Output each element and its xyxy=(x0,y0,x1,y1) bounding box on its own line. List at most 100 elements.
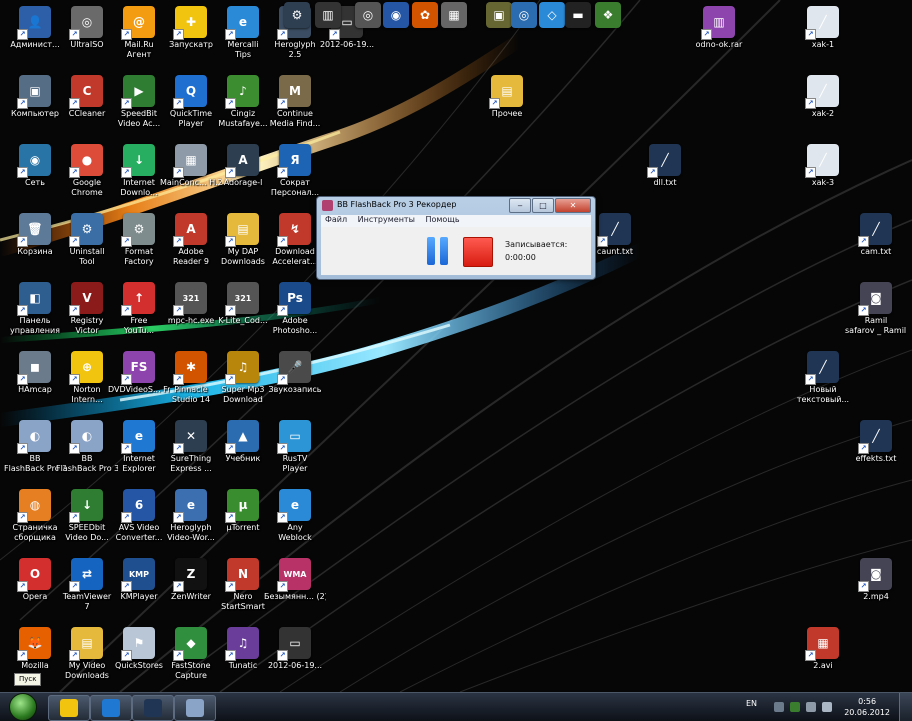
continue-icon: M ↗ xyxy=(277,75,311,109)
shortcut-arrow-icon: ↗ xyxy=(121,650,132,661)
downloadacc-icon: ↯ ↗ xyxy=(277,213,311,247)
menu-tools[interactable]: Инструменты xyxy=(358,215,415,224)
chrome-icon: ● ↗ xyxy=(69,144,103,178)
icon-label: xak-3 xyxy=(811,178,835,187)
desktop-icon-zvukozapis[interactable]: 🎤 ↗ Звукозапись xyxy=(264,347,326,413)
desktop-icon-photoshop[interactable]: Ps ↗ Adobe Photosho... xyxy=(264,278,326,344)
desktop-icon-avi[interactable]: ▦ ↗ 2.avi xyxy=(792,623,854,689)
mainconc-icon: ▦ ↗ xyxy=(173,144,207,178)
icon-label: Безымянн... (2).wma xyxy=(264,592,326,601)
nero-icon: N ↗ xyxy=(225,558,259,592)
adobereader-icon: A ↗ xyxy=(173,213,207,247)
icon-label: xak-2 xyxy=(811,109,835,118)
icon-label: Adobe Photosho... xyxy=(272,316,318,335)
desktop-icon-ts11[interactable]: ❖ xyxy=(577,0,639,32)
desktop-icon-date2[interactable]: ▭ ↗ 2012-06-19... xyxy=(264,623,326,689)
photoshop-icon: Ps ↗ xyxy=(277,282,311,316)
shortcut-arrow-icon: ↗ xyxy=(17,374,28,385)
odno-icon: ▥ ↗ xyxy=(701,6,735,40)
caunt-icon: ╱ ↗ xyxy=(597,213,631,247)
menu-help[interactable]: Помощь xyxy=(425,215,459,224)
cam-icon: ╱ ↗ xyxy=(858,213,892,247)
recorder-title: BB FlashBack Pro 3 Рекордер xyxy=(337,200,457,209)
date2-icon: ▭ ↗ xyxy=(277,627,311,661)
kmplayer-icon: KMP ↗ xyxy=(121,558,155,592)
shortcut-arrow-icon: ↗ xyxy=(858,581,869,592)
pause-button[interactable] xyxy=(423,237,451,265)
show-desktop-button[interactable] xyxy=(899,693,912,721)
panel-icon: ◧ ↗ xyxy=(17,282,51,316)
shortcut-arrow-icon: ↗ xyxy=(121,29,132,40)
icon-label: 2012-06-19... xyxy=(319,40,375,49)
bb-tb-icon xyxy=(186,699,204,717)
bezymyan-icon: WMA ↗ xyxy=(277,558,311,592)
shortcut-arrow-icon: ↗ xyxy=(277,98,288,109)
flag-icon[interactable] xyxy=(806,702,816,712)
shortcut-arrow-icon: ↗ xyxy=(277,305,288,316)
desktop-icon-odno[interactable]: ▥ ↗ odno-ok.rar xyxy=(688,2,750,68)
rustv-icon: ▭ ↗ xyxy=(277,420,311,454)
taskbar-button-app-tb[interactable] xyxy=(132,695,174,721)
desktop-icon-proche[interactable]: ▤ ↗ Прочее xyxy=(476,71,538,137)
clock-date: 20.06.2012 xyxy=(844,708,890,717)
taskbar-button-ie-tb[interactable] xyxy=(90,695,132,721)
maximize-button[interactable]: □ xyxy=(532,198,554,213)
minimize-button[interactable]: ‒ xyxy=(509,198,531,213)
anyweblock-icon: e ↗ xyxy=(277,489,311,523)
menu-file[interactable]: Файл xyxy=(325,215,347,224)
internetdl-icon: ↓ ↗ xyxy=(121,144,155,178)
freeyoutube-icon: ↑ ↗ xyxy=(121,282,155,316)
mp4-icon: ◙ ↗ xyxy=(858,558,892,592)
icon-label: Звукозапись xyxy=(268,385,322,394)
mailru-icon: @ ↗ xyxy=(121,6,155,40)
tray-app-icon[interactable] xyxy=(774,702,784,712)
network-icon[interactable] xyxy=(790,702,800,712)
desktop-icon-continue[interactable]: M ↗ Continue Media Find... xyxy=(264,71,326,137)
registry-icon: V ↗ xyxy=(69,282,103,316)
shortcut-arrow-icon: ↗ xyxy=(173,650,184,661)
hamcap-icon: ◼ ↗ xyxy=(17,351,51,385)
language-indicator[interactable]: EN xyxy=(746,699,757,708)
volume-icon[interactable] xyxy=(822,702,832,712)
supermp3-icon: ♫ ↗ xyxy=(225,351,259,385)
taskbar-button-norton-tb[interactable] xyxy=(48,695,90,721)
desktop-icon-cam[interactable]: ╱ ↗ cam.txt xyxy=(845,209,907,275)
close-button[interactable]: ✕ xyxy=(555,198,591,213)
shortcut-arrow-icon: ↗ xyxy=(805,650,816,661)
desktop-icon-anyweblock[interactable]: e ↗ Any Weblock xyxy=(264,485,326,551)
shortcut-arrow-icon: ↗ xyxy=(858,305,869,316)
desktop-icon-xak3[interactable]: ╱ ↗ xak-3 xyxy=(792,140,854,206)
window-controls: ‒ □ ✕ xyxy=(509,198,591,213)
desktop-icon-mp4[interactable]: ◙ ↗ 2.mp4 xyxy=(845,554,907,620)
faststone-icon: ◆ ↗ xyxy=(173,627,207,661)
shortcut-arrow-icon: ↗ xyxy=(173,512,184,523)
uchebnik-icon: ▲ ↗ xyxy=(225,420,259,454)
desktop-icon-novy[interactable]: ╱ ↗ Новый текстовый... xyxy=(792,347,854,413)
desktop-icon-effekts[interactable]: ╱ ↗ effekts.txt xyxy=(845,416,907,482)
stop-button[interactable] xyxy=(463,237,493,267)
icon-label: 2.avi xyxy=(813,661,833,670)
dvdvideo-icon: FS ↗ xyxy=(121,351,155,385)
shortcut-arrow-icon: ↗ xyxy=(69,98,80,109)
desktop-icon-rustv[interactable]: ▭ ↗ RusTV Player xyxy=(264,416,326,482)
shortcut-arrow-icon: ↗ xyxy=(121,512,132,523)
start-button[interactable] xyxy=(6,693,40,721)
desktop-icon-xak1[interactable]: ╱ ↗ xak-1 xyxy=(792,2,854,68)
recorder-window[interactable]: BB FlashBack Pro 3 Рекордер ‒ □ ✕ Файл И… xyxy=(316,196,596,280)
clock[interactable]: 0:56 20.06.2012 xyxy=(844,696,890,718)
taskbar-button-bb-tb[interactable] xyxy=(174,695,216,721)
desktop-icon-xak2[interactable]: ╱ ↗ xak-2 xyxy=(792,71,854,137)
shortcut-arrow-icon: ↗ xyxy=(225,29,236,40)
norton-icon: ⊕ ↗ xyxy=(69,351,103,385)
desktop-icon-dll[interactable]: ╱ ↗ dll.txt xyxy=(634,140,696,206)
desktop-icon-bezymyan[interactable]: WMA↗Безымянн... (2).wma xyxy=(264,554,326,620)
shortcut-arrow-icon: ↗ xyxy=(69,512,80,523)
shortcut-arrow-icon: ↗ xyxy=(805,98,816,109)
shortcut-arrow-icon: ↗ xyxy=(805,29,816,40)
quickstores-icon: ⚑ ↗ xyxy=(121,627,155,661)
shortcut-arrow-icon: ↗ xyxy=(805,167,816,178)
zapuskatr-icon: ✚ ↗ xyxy=(173,6,207,40)
desktop-icon-ramil[interactable]: ◙↗Ramilsafarov _ Ramil Saf... xyxy=(845,278,907,344)
shortcut-arrow-icon: ↗ xyxy=(17,29,28,40)
shortcut-arrow-icon: ↗ xyxy=(17,167,28,178)
